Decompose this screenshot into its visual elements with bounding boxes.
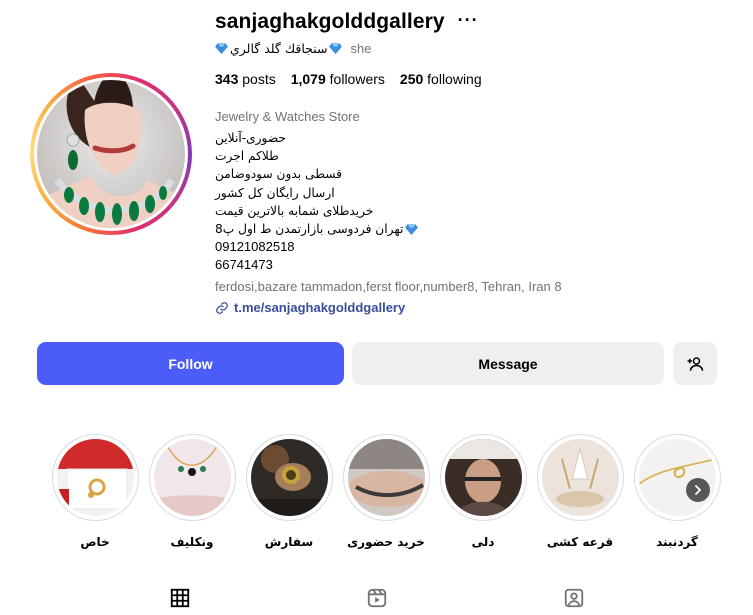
highlight-item[interactable]: قرعه کشی [535,434,625,549]
profile-username: sanjaghakgolddgallery [215,10,445,33]
add-person-icon [687,356,704,371]
highlight-cover [541,439,619,516]
highlight-label: گردنبند [656,535,698,549]
highlight-item[interactable]: دلی [438,434,528,549]
highlight-item[interactable]: خاص [50,434,140,549]
bio-line: ارسال رایگان کل کشور [215,185,335,200]
profile-full-name: سنجاقك گلد گالري [230,41,328,56]
highlight-label: خرید حضوری [347,535,425,549]
highlights-next-button[interactable] [686,478,710,502]
highlight-cover [444,439,522,516]
bio-line: خریدطلای شمابه بالاترین قیمت [215,203,374,218]
highlight-label: دلی [471,535,495,549]
highlight-label: خاص [80,535,110,549]
bio-phone: 66741473 [215,257,273,273]
diamond-icon [215,43,228,54]
profile-avatar [37,80,185,228]
profile-category: Jewelry & Watches Store [215,109,360,124]
bio-line: طلاکم اجرت [215,149,279,164]
stat-followers[interactable]: 1,079 followers [291,71,385,87]
tagged-icon[interactable] [563,587,585,609]
highlight-cover [250,439,328,516]
highlight-cover [347,439,425,516]
profile-link-text[interactable]: t.me/sanjaghakgolddgallery [234,300,405,315]
bio-line: قسطی بدون سودوضامن [215,167,342,182]
profile-pronoun: she [350,41,372,56]
message-button[interactable]: Message [352,342,664,385]
highlight-cover [153,439,231,516]
highlight-item[interactable]: سفارش [244,434,334,549]
more-options-icon[interactable]: ··· [458,11,479,29]
highlight-label: سفارش [264,535,314,549]
stat-following[interactable]: 250 following [400,71,482,87]
story-highlights: خاص ونکلیف سفارش خرید حضوری دلی قرعه کشی… [50,434,740,554]
diamond-icon [405,223,419,235]
highlight-label: ونکلیف [170,535,214,549]
diamond-icon [329,43,343,54]
profile-tabs [0,587,753,615]
bio-line: حضوری-آنلاین [215,131,286,145]
bio-line: تهران فردوسی بازارتمدن ط اول پ8 [215,222,404,237]
highlight-cover [638,439,716,516]
suggested-accounts-button[interactable] [673,342,717,385]
highlight-cover [56,439,134,516]
grid-icon[interactable] [169,587,191,609]
stat-posts[interactable]: 343 posts [215,71,276,87]
profile-stats: 343 posts 1,079 followers 250 following [215,71,497,87]
highlight-label: قرعه کشی [546,535,614,549]
profile-address[interactable]: ferdosi,bazare tammadon,ferst floor,numb… [215,279,562,294]
follow-button[interactable]: Follow [37,342,344,385]
reels-icon[interactable] [366,587,388,609]
bio-phone: 09121082518 [215,239,295,255]
link-icon [216,301,228,314]
profile-bio: حضوری-آنلاین طلاکم اجرت قسطی بدون سودوضا… [215,129,419,275]
profile-avatar-ring[interactable] [30,73,192,235]
chevron-right-icon [695,485,702,495]
highlight-item[interactable]: ونکلیف [147,434,237,549]
profile-link[interactable]: t.me/sanjaghakgolddgallery [215,300,405,315]
highlight-item[interactable]: خرید حضوری [341,434,431,549]
